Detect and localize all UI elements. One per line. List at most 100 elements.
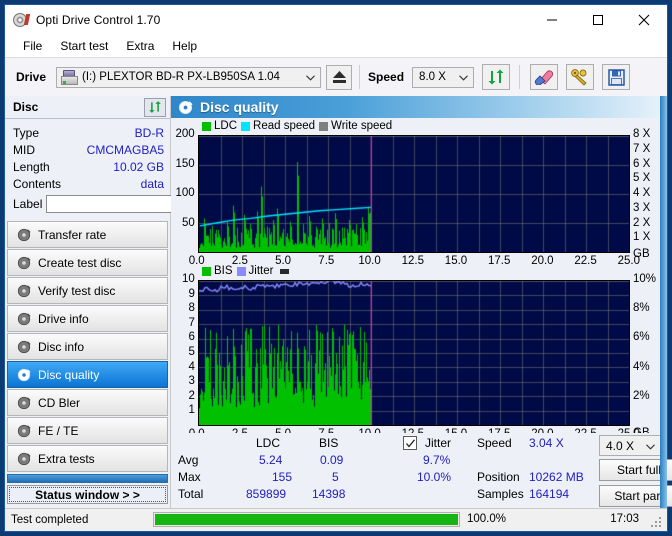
- sidebar-item-verify-test-disc[interactable]: Verify test disc: [7, 277, 168, 304]
- window-controls: [529, 5, 667, 35]
- axis-tick-label: 7.5: [318, 255, 335, 267]
- axis-tick-label: 17.5: [488, 255, 511, 267]
- stats-col-ldc: LDC: [256, 436, 281, 450]
- axis-tick-label: 9: [188, 287, 195, 300]
- ldc-plot[interactable]: [198, 135, 630, 253]
- disc-test-icon: [17, 424, 31, 437]
- app-window: Opti Drive Control 1.70 File Start test …: [4, 4, 672, 532]
- disc-test-icon: [17, 312, 31, 325]
- axis-tick-label: 10.0: [358, 255, 381, 267]
- legend-label-bis: BIS: [214, 265, 233, 277]
- disc-label-key: Label: [13, 197, 43, 211]
- menu-file[interactable]: File: [14, 37, 51, 55]
- jitter-avg: 9.7%: [423, 453, 451, 467]
- toolbar: Drive (I:) PLEXTOR BD-R PX-LB950SA 1.04 …: [5, 57, 667, 96]
- drive-select[interactable]: (I:) PLEXTOR BD-R PX-LB950SA 1.04: [56, 66, 322, 88]
- disc-key-type: Type: [13, 125, 40, 140]
- axis-tick-label: 4 X: [633, 187, 651, 199]
- title-bar: Opti Drive Control 1.70: [5, 5, 667, 35]
- sidebar-item-fe-te[interactable]: FE / TE: [7, 417, 168, 444]
- bis-plot[interactable]: [198, 280, 630, 426]
- axis-tick-label: 2 X: [633, 216, 651, 229]
- erase-button[interactable]: [530, 64, 559, 90]
- drive-select-value: (I:) PLEXTOR BD-R PX-LB950SA 1.04: [82, 71, 280, 83]
- eject-button[interactable]: [326, 64, 353, 90]
- legend-swatch-extra: [280, 268, 290, 274]
- progress-percent: 100.0%: [467, 513, 507, 525]
- tools-button[interactable]: [566, 64, 595, 90]
- axis-tick-label: 5.0: [275, 255, 292, 267]
- left-panel: Disc Type BD-R MID CMCMAGBA5 Length 10.0…: [5, 96, 216, 508]
- test-speed-select[interactable]: 4.0 X: [599, 435, 661, 456]
- maximize-button[interactable]: [575, 5, 621, 35]
- save-button[interactable]: [602, 64, 631, 90]
- disc-row-type: Type BD-R: [13, 124, 164, 141]
- menu-extra[interactable]: Extra: [117, 37, 163, 55]
- sidebar-item-disc-quality[interactable]: Disc quality: [7, 361, 168, 388]
- resize-grip[interactable]: [651, 517, 663, 529]
- samples-value: 164194: [529, 487, 570, 501]
- refresh-speed-button[interactable]: [482, 64, 511, 90]
- disc-test-icon: [17, 340, 31, 353]
- axis-tick-label: 150: [175, 157, 195, 170]
- axis-tick-label: 1: [188, 404, 195, 417]
- axis-tick-label: 12.5: [401, 255, 424, 267]
- test-speed-value: 4.0 X: [606, 438, 635, 453]
- jitter-max: 10.0%: [417, 470, 452, 484]
- axis-tick-label: 15.0: [444, 255, 468, 267]
- sidebar-item-disc-info[interactable]: Disc info: [7, 333, 168, 360]
- jitter-label: Jitter: [425, 436, 452, 450]
- status-bar: Test completed 100.0% 17:03: [5, 508, 667, 531]
- menu-bar: File Start test Extra Help: [5, 35, 667, 57]
- axis-tick-label: 0.0: [188, 255, 205, 267]
- nav-spacer: [7, 474, 168, 483]
- axis-tick-label: 3: [188, 375, 195, 388]
- axis-tick-label: 4: [188, 360, 195, 373]
- sidebar-item-drive-info[interactable]: Drive info: [7, 305, 168, 332]
- axis-tick-label: 2: [188, 389, 195, 402]
- menu-help[interactable]: Help: [163, 37, 206, 55]
- axis-tick-label: 7 X: [633, 142, 651, 155]
- close-button[interactable]: [621, 5, 667, 35]
- minimize-button[interactable]: [529, 5, 575, 35]
- axis-tick-label: 2%: [633, 389, 650, 402]
- stats-row-max: Max: [178, 470, 201, 484]
- axis-tick-label: 20.0: [531, 255, 554, 267]
- right-scroll-strip[interactable]: [660, 96, 667, 508]
- disc-row-mid: MID CMCMAGBA5: [13, 141, 164, 158]
- sidebar-item-cd-bler[interactable]: CD Bler: [7, 389, 168, 416]
- speed-select-value: 8.0 X: [419, 71, 446, 83]
- jitter-checkbox[interactable]: [403, 436, 417, 450]
- disc-section-header: Disc: [5, 96, 170, 119]
- disc-section-title: Disc: [13, 100, 39, 114]
- stats-max-bis: 5: [332, 470, 339, 484]
- position-label: Position: [477, 470, 520, 484]
- disc-row-length: Length 10.02 GB: [13, 158, 164, 175]
- stats-row-total: Total: [178, 487, 204, 501]
- sidebar-item-extra-tests[interactable]: Extra tests: [7, 445, 168, 472]
- sidebar-item-create-test-disc[interactable]: Create test disc: [7, 249, 168, 276]
- sidebar-item-transfer-rate[interactable]: Transfer rate: [7, 221, 168, 248]
- panel-title: Disc quality: [200, 99, 279, 115]
- axis-tick-label: 200: [175, 128, 195, 140]
- elapsed-time: 17:03: [610, 513, 639, 525]
- disc-refresh-button[interactable]: [144, 97, 166, 117]
- speed-select[interactable]: 8.0 X: [412, 66, 475, 88]
- disc-value-mid: CMCMAGBA5: [86, 142, 164, 157]
- disc-value-length: 10.02 GB: [113, 159, 164, 174]
- status-window-button[interactable]: Status window > >: [7, 485, 168, 504]
- axis-tick-label: 8: [188, 302, 195, 315]
- disc-test-icon: [17, 256, 31, 269]
- disc-value-type: BD-R: [134, 125, 164, 140]
- sidebar-label: Extra tests: [38, 451, 95, 466]
- sidebar-label: FE / TE: [38, 423, 79, 438]
- axis-tick-label: 4%: [633, 360, 650, 373]
- legend-label-ldc: LDC: [214, 120, 238, 132]
- axis-tick-label: 6: [188, 331, 195, 344]
- axis-tick-label: 6 X: [633, 157, 651, 170]
- disc-test-icon: [17, 284, 31, 297]
- menu-start-test[interactable]: Start test: [51, 37, 117, 55]
- sidebar-label: Disc info: [38, 339, 85, 354]
- legend-swatch-ldc: [202, 121, 211, 131]
- axis-tick-label: 100: [175, 187, 195, 199]
